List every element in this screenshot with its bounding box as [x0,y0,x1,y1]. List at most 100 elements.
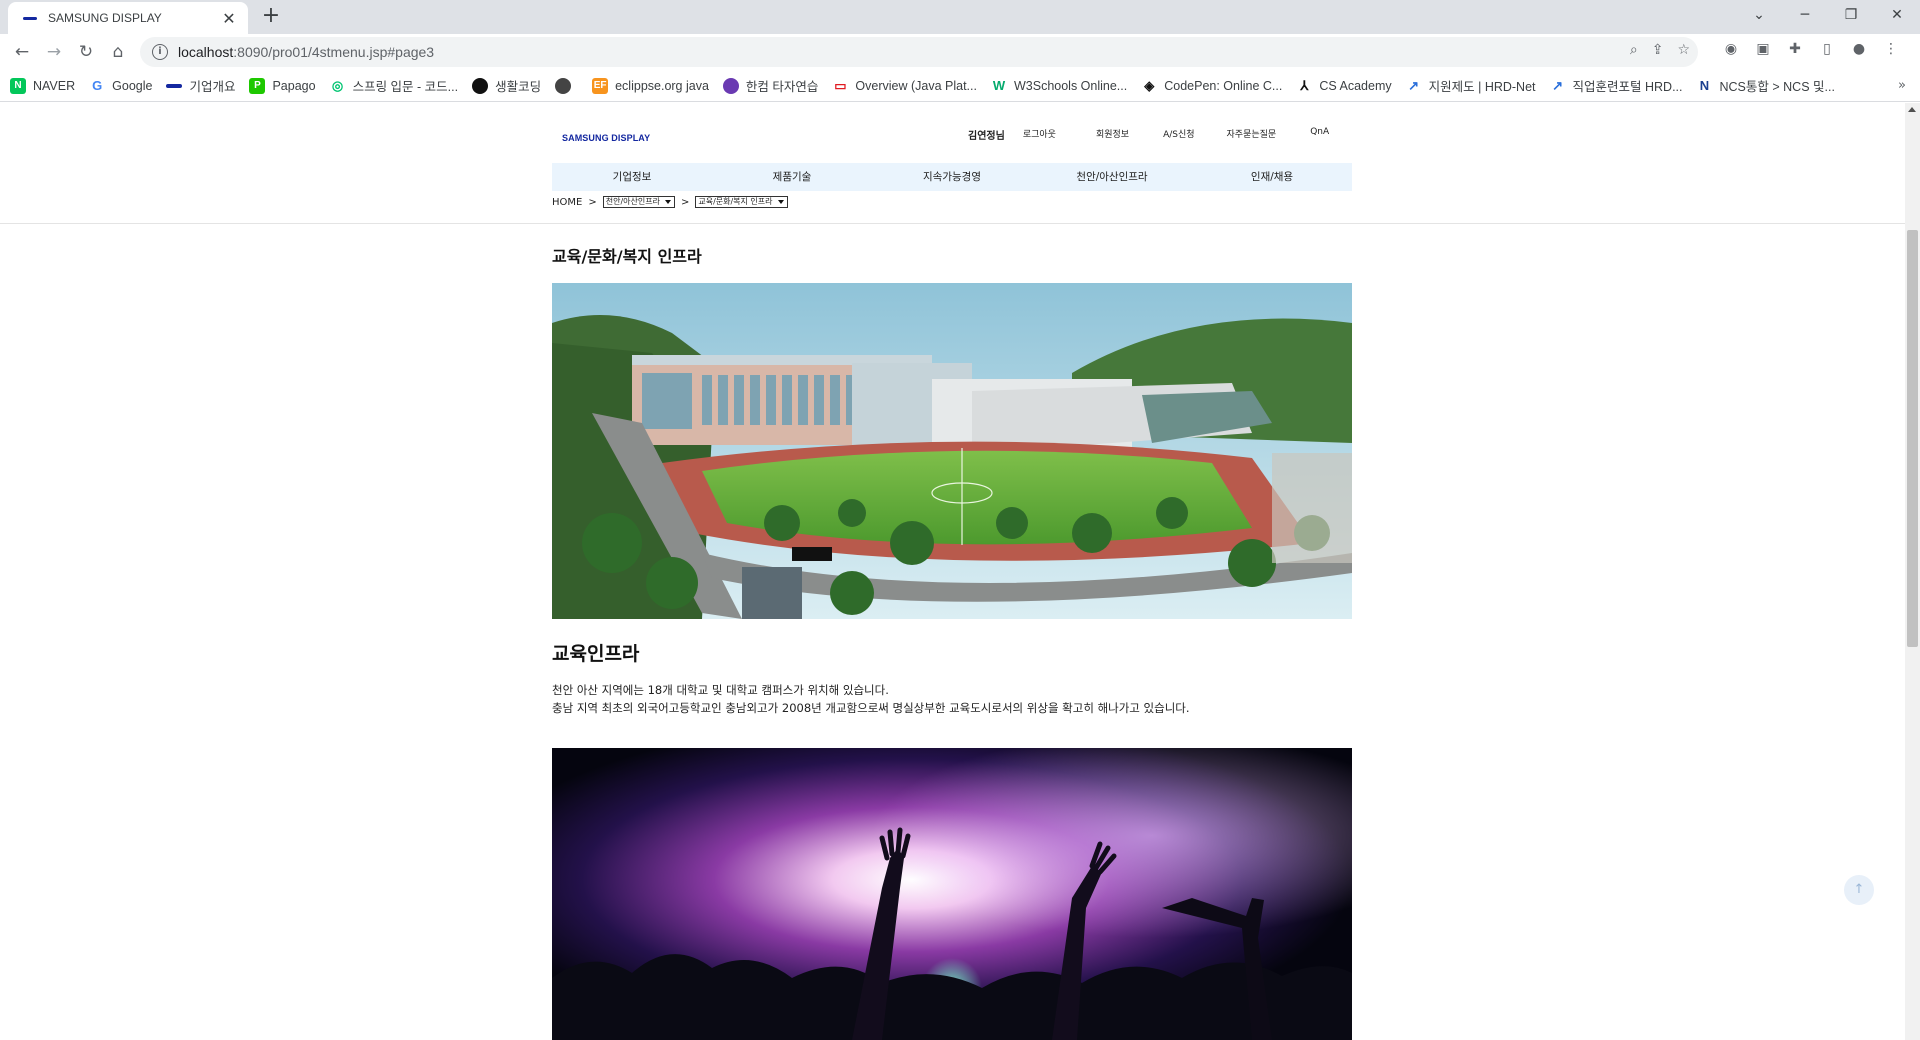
back-button[interactable]: ← [6,36,38,68]
scrollbar-thumb[interactable] [1907,230,1918,647]
bookmark-item[interactable]: ◎ 스프링 입문 - 코드... [330,76,459,95]
description-line: 충남 지역 최초의 외국어고등학교인 충남외고가 2008년 개교함으로써 명실… [552,701,1190,715]
w3schools-icon: W [992,78,1006,93]
bookmark-item[interactable]: 생활코딩 [472,76,541,95]
close-window-button[interactable]: ✕ [1874,0,1920,30]
util-faq-link[interactable]: 자주묻는질문 [1227,127,1277,142]
bookmark-item[interactable]: ↗ 직업훈련포털 HRD... [1550,76,1683,95]
bookmark-item[interactable]: N NAVER [10,77,75,94]
bookmark-item[interactable]: P Papago [249,77,316,94]
extensions-puzzle-icon[interactable]: ✚ [1786,40,1804,58]
reload-button[interactable]: ↻ [70,36,102,68]
browser-menu-icon[interactable]: ⋮ [1882,40,1900,58]
section-description: 천안 아산 지역에는 18개 대학교 및 대학교 캠퍼스가 위치해 있습니다. … [552,681,1190,717]
util-as-request-link[interactable]: A/S신청 [1163,127,1194,142]
bookmark-label: Papago [272,78,316,93]
util-logout-link[interactable]: 로그아웃 [1023,127,1056,142]
gnb-infrastructure[interactable]: 천안/아산인프라 [1032,163,1192,191]
bookmark-label: W3Schools Online... [1013,78,1128,93]
extension-globe-icon[interactable]: ◉ [1722,40,1740,58]
globe-icon [555,77,572,94]
breadcrumb-separator: > [680,196,690,208]
tab-strip: SAMSUNG DISPLAY ✕ + ⌄ ─ ❐ ✕ [0,0,1920,34]
profile-avatar-icon[interactable]: ● [1850,40,1868,58]
page-title: 교육/문화/복지 인프라 [552,247,702,266]
csacademy-icon: ⅄ [1300,77,1309,93]
tab-search-icon[interactable]: ⌄ [1736,0,1782,30]
bookmark-label: 스프링 입문 - 코드... [352,80,459,94]
naver-icon: N [10,77,26,94]
hancom-icon [722,77,739,94]
bookmark-label: CS Academy [1319,78,1392,93]
page-viewport: SAMSUNG DISPLAY 김연정님 로그아웃 회원정보 A/S신청 자주묻… [0,103,1905,1040]
bookmark-item[interactable]: N NCS통합 > NCS 및... [1697,76,1835,95]
site-logo[interactable]: SAMSUNG DISPLAY [562,133,650,143]
bookmark-item[interactable]: G Google [89,78,152,94]
gnb-product-tech[interactable]: 제품기술 [712,163,872,191]
gnb-company-info[interactable]: 기업정보 [552,163,712,191]
hrdnet-icon: ↗ [1408,77,1420,93]
description-line: 천안 아산 지역에는 18개 대학교 및 대학교 캠퍼스가 위치해 있습니다. [552,683,889,697]
new-tab-button[interactable]: + [258,4,284,30]
home-button[interactable]: ⌂ [102,36,134,68]
site-info-icon[interactable]: i [152,44,168,60]
site-header: SAMSUNG DISPLAY 김연정님 로그아웃 회원정보 A/S신청 자주묻… [0,103,1905,224]
bookmark-item[interactable]: ⅄ CS Academy [1296,78,1391,94]
bookmark-label: 지원제도 | HRD-Net [1428,80,1536,94]
share-icon[interactable]: ⇪ [1652,42,1664,58]
page-scrollbar[interactable] [1905,103,1920,1040]
bookmark-label: eclippse.org java [615,78,709,93]
bookmark-item[interactable]: W W3Schools Online... [991,78,1127,94]
browser-toolbar: ← → ↻ ⌂ i localhost:8090/pro01/4stmenu.j… [0,34,1920,70]
bookmark-label: Google [112,78,153,93]
browser-tab-active[interactable]: SAMSUNG DISPLAY ✕ [8,2,248,34]
bookmark-item[interactable]: 한컴 타자연습 [722,76,818,95]
main-nav: 기업정보 제품기술 지속가능경영 천안/아산인프라 인재/채용 [552,163,1352,191]
tab-close-icon[interactable]: ✕ [220,9,238,28]
hrdnet-icon: ↗ [1552,77,1563,93]
forward-button[interactable]: → [38,36,70,68]
side-panel-icon[interactable]: ▯ [1818,40,1836,58]
breadcrumb-page-select[interactable]: 교육/문화/복지 인프라 [695,196,788,208]
scroll-up-arrow-icon[interactable] [1908,107,1916,112]
eclipse-icon: EF [592,77,609,94]
address-bar[interactable]: i localhost:8090/pro01/4stmenu.jsp#page3… [140,37,1698,67]
section-title: 교육인프라 [552,643,640,665]
bookmarks-bar: N NAVER G Google 기업개요 P Papago ◎ 스프링 입문 - 코드... 생… [0,70,1920,102]
bookmark-item[interactable]: ↗ 지원제도 | HRD-Net [1406,76,1536,95]
concert-photo [552,748,1352,1040]
address-url: localhost:8090/pro01/4stmenu.jsp#page3 [178,44,435,60]
zoom-icon[interactable]: ⌕ [1630,42,1638,58]
scroll-to-top-button[interactable]: ↑ [1844,875,1874,905]
bookmark-star-icon[interactable]: ☆ [1677,42,1690,58]
restore-button[interactable]: ❐ [1828,0,1874,30]
minimize-button[interactable]: ─ [1782,0,1828,30]
ncs-icon: N [1699,78,1710,93]
bookmark-label: CodePen: Online C... [1164,78,1283,93]
bookmark-label: 생활코딩 [495,80,542,94]
bookmark-item[interactable]: EF eclippse.org java [592,77,709,94]
bookmark-item[interactable]: ▭ Overview (Java Plat... [832,78,977,94]
samsung-icon [166,83,183,88]
inflearn-icon: ◎ [331,77,344,93]
bookmark-item[interactable] [555,77,578,94]
samsung-favicon-icon [22,13,38,23]
util-member-info-link[interactable]: 회원정보 [1096,127,1129,142]
utility-nav: 김연정님 로그아웃 회원정보 A/S신청 자주묻는질문 QnA [968,127,1329,142]
bookmark-item[interactable]: 기업개요 [166,76,235,95]
breadcrumb-category-select[interactable]: 천안/아산인프라 [602,196,675,208]
bookmark-label: 직업훈련포털 HRD... [1572,80,1683,94]
bookmark-label: NCS통합 > NCS 및... [1719,80,1835,94]
breadcrumb-home[interactable]: HOME [552,197,582,208]
bookmark-item[interactable]: ◈ CodePen: Online C... [1141,78,1282,94]
tab-title: SAMSUNG DISPLAY [48,11,162,25]
bookmarks-overflow-icon[interactable]: » [1898,78,1906,93]
google-icon: G [92,78,103,93]
gnb-sustainability[interactable]: 지속가능경영 [872,163,1032,191]
extension-copy-icon[interactable]: ▣ [1754,40,1772,58]
user-greeting: 김연정님 [968,131,1005,142]
codepen-icon: ◈ [1144,77,1155,93]
gnb-careers[interactable]: 인재/채용 [1192,163,1352,191]
bookmark-label: 기업개요 [189,80,236,94]
util-qna-link[interactable]: QnA [1310,127,1329,142]
